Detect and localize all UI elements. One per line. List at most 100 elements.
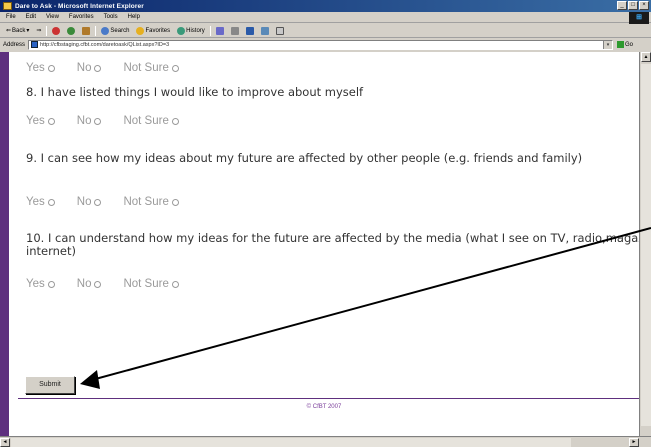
go-label: Go <box>625 41 634 48</box>
minimize-button[interactable]: _ <box>617 1 627 10</box>
favorites-button[interactable]: Favorites <box>134 26 172 35</box>
footer-divider <box>18 398 639 399</box>
question-10: 10. I can understand how my ideas for th… <box>26 231 639 258</box>
option-label: Yes <box>26 278 45 290</box>
menu-favorites[interactable]: Favorites <box>69 14 94 20</box>
edit-button[interactable] <box>244 26 256 35</box>
footer-copyright: © CfBT 2007 <box>306 404 342 410</box>
search-button[interactable]: Search <box>99 26 131 35</box>
radio-yes[interactable] <box>47 118 55 125</box>
option-label: Not Sure <box>123 115 169 127</box>
history-label: History <box>186 27 205 34</box>
home-icon <box>82 26 91 35</box>
menu-edit[interactable]: Edit <box>26 14 36 20</box>
radio-no[interactable] <box>94 118 102 125</box>
toolbar-separator <box>95 25 97 36</box>
option-yes: Yes <box>26 196 55 208</box>
mail-button[interactable] <box>214 26 226 35</box>
ie-page-icon <box>3 2 12 10</box>
menu-file[interactable]: File <box>6 14 16 20</box>
option-no: No <box>77 62 102 74</box>
chevron-down-icon[interactable]: ▾ <box>603 40 613 49</box>
scroll-track[interactable] <box>641 64 651 426</box>
question-8: 8. I have listed things I would like to … <box>26 85 364 99</box>
messenger-icon <box>275 26 284 35</box>
forward-arrow-icon: ⇒ <box>36 28 42 34</box>
home-button[interactable] <box>80 26 92 35</box>
mail-icon <box>215 26 224 35</box>
option-label: Not Sure <box>123 278 169 290</box>
favorites-label: Favorites <box>145 27 171 34</box>
title-bar: Dare to Ask - Microsoft Internet Explore… <box>0 0 651 12</box>
back-label: Back <box>12 27 26 34</box>
option-not-sure: Not Sure <box>123 196 179 208</box>
radio-not-sure[interactable] <box>171 199 179 206</box>
toolbar-separator <box>209 25 211 36</box>
submit-button[interactable]: Submit <box>25 376 75 394</box>
scroll-left-icon[interactable]: ◄ <box>0 438 10 447</box>
menu-bar: File Edit View Favorites Tools Help <box>0 12 651 23</box>
radio-yes[interactable] <box>47 281 55 288</box>
chevron-down-icon: ▾ <box>26 28 30 34</box>
back-arrow-icon: ⇐ <box>6 28 12 34</box>
option-label: Yes <box>26 115 45 127</box>
back-button[interactable]: ⇐ Back ▾ <box>4 27 31 35</box>
window-title: Dare to Ask - Microsoft Internet Explore… <box>15 2 144 10</box>
discuss-icon <box>260 26 269 35</box>
option-label: Yes <box>26 196 45 208</box>
scroll-up-icon[interactable]: ▲ <box>641 52 651 62</box>
maximize-button[interactable]: □ <box>628 1 638 10</box>
discuss-button[interactable] <box>259 26 271 35</box>
menu-tools[interactable]: Tools <box>104 14 118 20</box>
windows-logo-icon: ⊞ <box>629 12 649 24</box>
option-no: No <box>77 115 102 127</box>
favorites-icon <box>136 26 145 35</box>
radio-not-sure[interactable] <box>171 65 179 72</box>
content-frame: Yes No Not Sure 8. I have listed things … <box>0 52 651 436</box>
option-yes: Yes <box>26 62 55 74</box>
address-label: Address <box>3 41 26 48</box>
address-input[interactable]: http://cfbstaging.cfbt.com/daretoask/QLi… <box>28 39 614 50</box>
refresh-button[interactable] <box>65 26 77 35</box>
search-label: Search <box>110 27 130 34</box>
window-controls: _ □ × <box>617 1 649 10</box>
option-not-sure: Not Sure <box>123 62 179 74</box>
option-label: Yes <box>26 62 45 74</box>
radio-not-sure[interactable] <box>171 118 179 125</box>
answer-row: Yes No Not Sure <box>26 115 201 127</box>
option-yes: Yes <box>26 115 55 127</box>
option-not-sure: Not Sure <box>123 278 179 290</box>
horizontal-scrollbar[interactable]: ◄ ► <box>0 436 651 447</box>
menu-view[interactable]: View <box>46 14 59 20</box>
option-no: No <box>77 278 102 290</box>
go-button[interactable]: Go <box>617 41 633 48</box>
messenger-button[interactable] <box>274 26 286 35</box>
forward-button[interactable]: ⇒ <box>34 27 43 34</box>
scroll-right-icon[interactable]: ► <box>629 438 639 447</box>
history-icon <box>177 26 186 35</box>
option-label: No <box>76 196 92 208</box>
option-yes: Yes <box>26 278 55 290</box>
radio-no[interactable] <box>94 199 102 206</box>
answer-row: Yes No Not Sure <box>26 278 201 290</box>
print-icon <box>230 26 239 35</box>
answer-row: Yes No Not Sure <box>26 62 201 74</box>
radio-yes[interactable] <box>47 65 55 72</box>
option-label: No <box>76 62 92 74</box>
address-url: http://cfbstaging.cfbt.com/daretoask/QLi… <box>40 41 170 48</box>
vertical-scrollbar[interactable]: ▲ <box>639 52 651 436</box>
option-label: No <box>76 115 92 127</box>
print-button[interactable] <box>229 26 241 35</box>
close-button[interactable]: × <box>639 1 649 10</box>
option-label: Not Sure <box>123 62 169 74</box>
edit-icon <box>245 26 254 35</box>
radio-not-sure[interactable] <box>171 281 179 288</box>
option-no: No <box>77 196 102 208</box>
radio-no[interactable] <box>94 65 102 72</box>
menu-help[interactable]: Help <box>128 14 140 20</box>
scroll-thumb[interactable] <box>11 438 571 447</box>
radio-no[interactable] <box>94 281 102 288</box>
stop-button[interactable] <box>50 26 62 35</box>
history-button[interactable]: History <box>175 26 207 35</box>
radio-yes[interactable] <box>47 199 55 206</box>
